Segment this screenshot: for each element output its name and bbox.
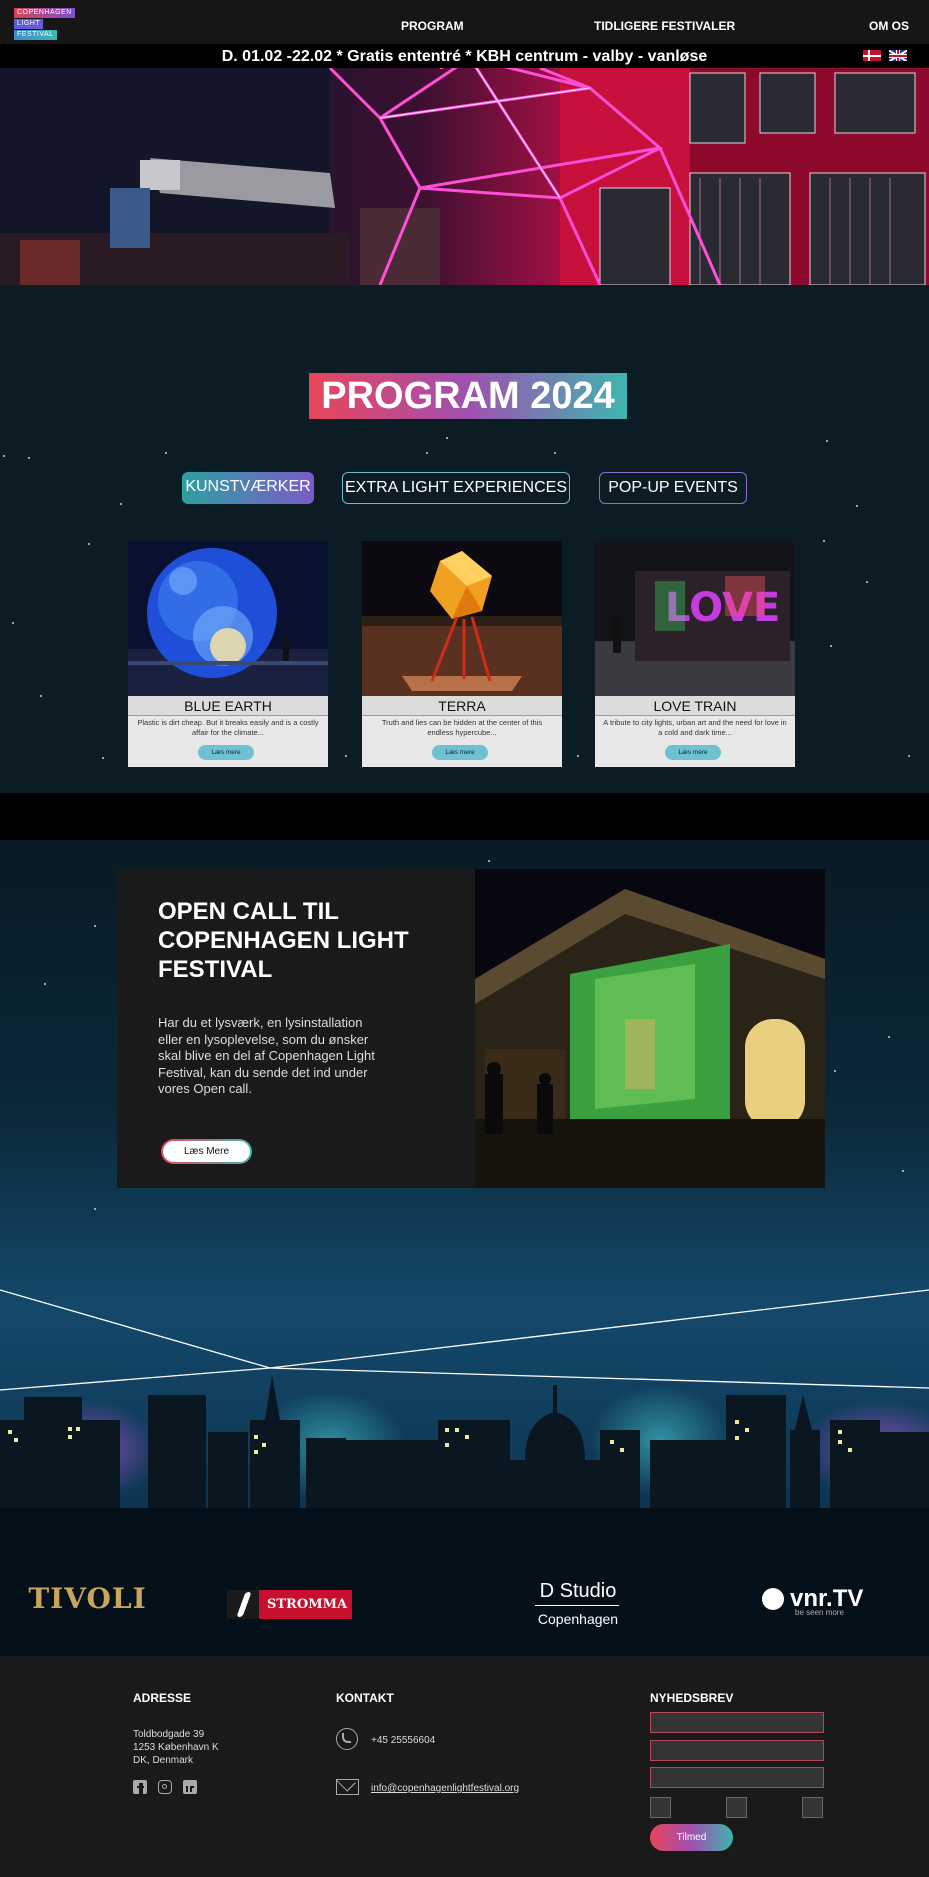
newsletter-option-2[interactable]	[726, 1797, 747, 1818]
read-more-button[interactable]: Læs mere	[198, 745, 254, 760]
nav-link-program[interactable]: PROGRAM	[401, 19, 464, 33]
program-section: PROGRAM 2024 KUNSTVÆRKER EXTRA LIGHT EXP…	[0, 285, 929, 793]
phone-icon	[336, 1728, 358, 1750]
newsletter-heading: NYHEDSBREV	[650, 1691, 734, 1705]
card-description: A tribute to city lights, urban art and …	[603, 718, 787, 737]
filter-artworks[interactable]: KUNSTVÆRKER	[182, 472, 314, 504]
ticker-text: D. 01.02 -22.02 * Gratis ententré * KBH …	[221, 48, 708, 65]
newsletter-name-input[interactable]	[650, 1712, 824, 1733]
card-title: TERRA	[362, 696, 562, 716]
newsletter-option-3[interactable]	[802, 1797, 823, 1818]
dstudio-logo[interactable]: D Studio	[533, 1580, 623, 1603]
info-ticker: D. 01.02 -22.02 * Gratis ententré * KBH …	[0, 44, 929, 68]
open-call-title: OPEN CALL TIL COPENHAGEN LIGHT FESTIVAL	[158, 898, 409, 983]
read-more-button[interactable]: Læs mere	[665, 745, 721, 760]
nav-link-about[interactable]: OM OS	[869, 19, 909, 33]
program-card-terra[interactable]: TERRA Truth and lies can be hidden at th…	[362, 541, 562, 767]
program-card-love-train[interactable]: LOVE LOVE TRAIN A tribute to city lights…	[595, 541, 795, 767]
dstudio-logo-subtitle: Copenhagen	[537, 1611, 619, 1627]
logo-line-2: LIGHT	[14, 19, 44, 29]
mail-icon	[336, 1772, 359, 1795]
open-call-card: OPEN CALL TIL COPENHAGEN LIGHT FESTIVAL …	[117, 869, 475, 1188]
card-description: Plastic is dirt cheap. But it breaks eas…	[137, 718, 319, 737]
section-divider	[0, 793, 929, 840]
linkedin-icon[interactable]	[183, 1780, 197, 1794]
city-skyline-illustration	[0, 1280, 929, 1510]
vnr-tagline: be seen more	[795, 1608, 844, 1617]
newsletter-email-input[interactable]	[650, 1740, 824, 1761]
email-link[interactable]: info@copenhagenlightfestival.org	[371, 1782, 519, 1795]
terra-image	[362, 541, 562, 696]
subscribe-button[interactable]: Tilmed	[650, 1824, 733, 1851]
stromma-logo[interactable]: STROMMA	[227, 1590, 352, 1619]
love-train-image: LOVE	[595, 541, 795, 696]
instagram-icon[interactable]	[158, 1780, 172, 1794]
contact-heading: KONTAKT	[336, 1691, 394, 1705]
tivoli-logo[interactable]: TIVOLI	[27, 1582, 148, 1615]
open-call-image	[475, 869, 825, 1188]
logo-line-3: FESTIVAL	[14, 30, 57, 40]
globe-icon	[762, 1588, 784, 1610]
logo-line-1: COPENHAGEN	[14, 8, 75, 18]
read-more-button[interactable]: Læs mere	[432, 745, 488, 760]
address-heading: ADRESSE	[133, 1691, 192, 1705]
sponsor-logos: TIVOLI STROMMA D Studio Copenhagen vnr.T…	[0, 1508, 929, 1656]
address-line-1: Toldbodgade 39	[133, 1729, 205, 1740]
card-title: LOVE TRAIN	[595, 696, 795, 716]
newsletter-option-1[interactable]	[650, 1797, 671, 1818]
blue-earth-image	[128, 541, 328, 696]
open-call-read-more-button[interactable]: Læs Mere	[161, 1139, 252, 1164]
danish-flag-icon[interactable]	[863, 50, 881, 61]
filter-popup-events[interactable]: POP-UP EVENTS	[599, 472, 747, 504]
top-navigation: COPENHAGEN LIGHT FESTIVAL PROGRAM TIDLIG…	[0, 0, 929, 44]
phone-number[interactable]: +45 25556604	[371, 1734, 435, 1747]
festival-logo[interactable]: COPENHAGEN LIGHT FESTIVAL	[14, 8, 80, 41]
address-line-2: 1253 København K	[133, 1742, 219, 1753]
open-call-text: Har du et lysværk, en lysinstallation el…	[158, 1015, 375, 1096]
newsletter-phone-input[interactable]	[650, 1767, 824, 1788]
english-flag-icon[interactable]	[889, 50, 907, 61]
card-title: BLUE EARTH	[128, 696, 328, 716]
program-card-blue-earth[interactable]: BLUE EARTH Plastic is dirt cheap. But it…	[128, 541, 328, 767]
nav-link-previous-festivals[interactable]: TIDLIGERE FESTIVALER	[594, 19, 735, 33]
address-line-3: DK, Denmark	[133, 1755, 194, 1766]
filter-extra-light-experiences[interactable]: EXTRA LIGHT EXPERIENCES	[342, 472, 570, 504]
program-title: PROGRAM 2024	[309, 373, 627, 419]
hero-image	[0, 68, 929, 285]
facebook-icon[interactable]	[133, 1780, 147, 1794]
card-description: Truth and lies can be hidden at the cent…	[381, 718, 543, 737]
stromma-logo-text: STROMMA	[267, 1597, 348, 1612]
